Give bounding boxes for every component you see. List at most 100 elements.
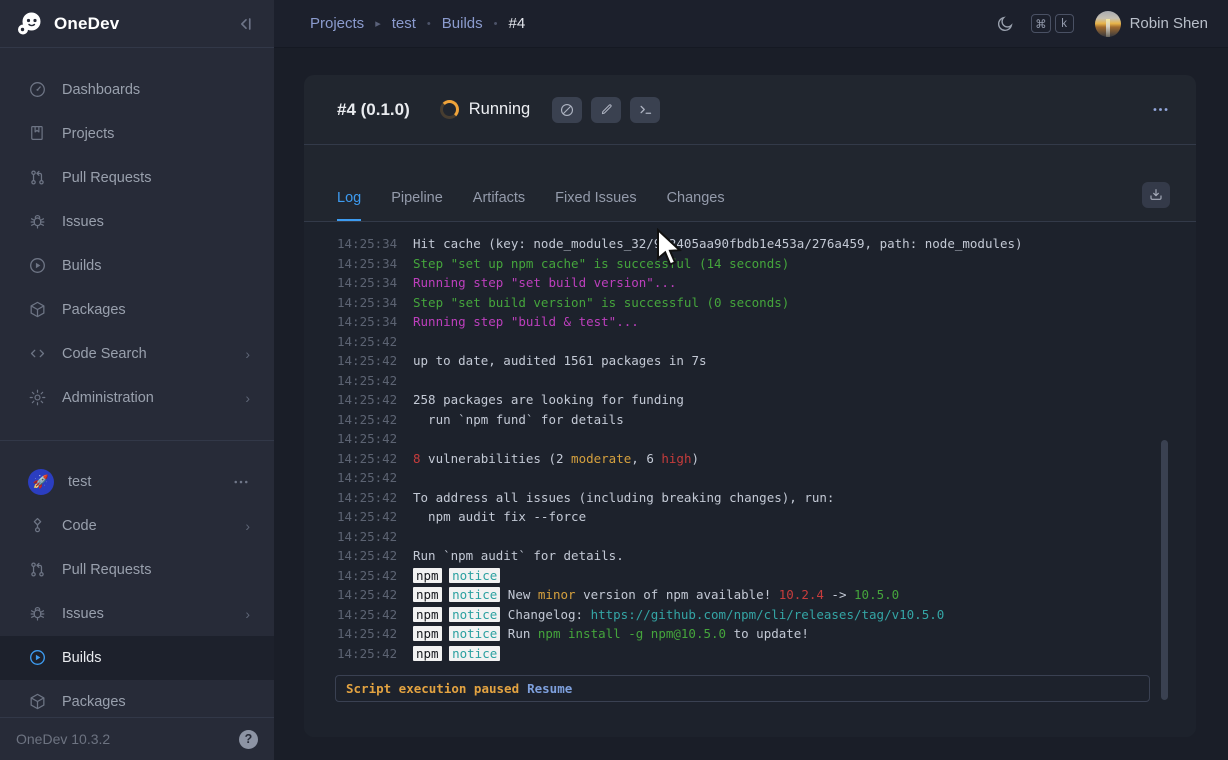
log-line: 14:25:42npm notice <box>337 566 1196 586</box>
log-message: Running step "build & test"... <box>413 312 639 332</box>
log-line: 14:25:34 Step "set build version" is succ… <box>337 293 1196 313</box>
package-icon <box>28 300 48 320</box>
help-icon[interactable]: ? <box>239 730 258 749</box>
package-icon <box>28 692 48 712</box>
log-message: Hit cache (key: node_modules_32/9b2405aa… <box>413 234 1023 254</box>
edit-build-button[interactable] <box>591 97 621 123</box>
log-timestamp: 14:25:34 <box>337 254 399 274</box>
sidebar-item-label: Packages <box>62 694 126 710</box>
breadcrumb-link-builds[interactable]: Builds <box>442 15 483 32</box>
tab-fixed-issues[interactable]: Fixed Issues <box>555 190 636 221</box>
sidebar-item-pull-requests[interactable]: Pull Requests <box>0 156 274 200</box>
download-log-button[interactable] <box>1142 182 1170 208</box>
sidebar-item-label: Code <box>62 518 97 534</box>
sidebar-main-nav: Dashboards Projects Pull Requests Issues Bui… <box>0 48 274 420</box>
build-card: #4 (0.1.0) Running <box>304 75 1196 737</box>
shortcut-keys: ⌘k <box>1031 14 1074 33</box>
build-status: Running <box>469 100 530 119</box>
log-message: To address all issues (including breakin… <box>413 488 834 508</box>
chevron-right-icon: › <box>245 391 250 405</box>
log-line: 14:25:42 npm audit fix --force <box>337 507 1196 527</box>
project-item-builds[interactable]: Builds <box>0 636 274 680</box>
log-line: 14:25:42 <box>337 332 1196 352</box>
log-timestamp: 14:25:42 <box>337 644 399 664</box>
breadcrumb-separator: ▸ <box>375 17 381 30</box>
breadcrumb: Projects▸test•Builds•#4 <box>310 15 525 32</box>
chevron-right-icon: › <box>245 519 250 533</box>
main-area: Projects▸test•Builds•#4 ⌘k Robin Shen #4… <box>274 0 1228 760</box>
code-icon <box>28 516 48 536</box>
resume-link[interactable]: Resume <box>527 681 572 696</box>
project-more-icon[interactable] <box>232 473 250 491</box>
log-line: 14:25:42258 packages are looking for fun… <box>337 390 1196 410</box>
sidebar-item-packages[interactable]: Packages <box>0 288 274 332</box>
log-scrollbar-thumb[interactable] <box>1161 440 1168 700</box>
log-line: 14:25:42npm notice New minor version of … <box>337 585 1196 605</box>
bug-icon <box>28 604 48 624</box>
tab-changes[interactable]: Changes <box>667 190 725 221</box>
breadcrumb-link-test[interactable]: test <box>392 15 416 32</box>
log-timestamp: 14:25:42 <box>337 527 399 547</box>
log-message: Step "set build version" is successful (… <box>413 293 789 313</box>
breadcrumb-link-projects[interactable]: Projects <box>310 15 364 32</box>
play-circle-icon <box>28 648 48 668</box>
log-line: 14:25:428 vulnerabilities (2 moderate, 6… <box>337 449 1196 469</box>
build-more-icon[interactable] <box>1151 100 1170 119</box>
sidebar-item-code-search[interactable]: Code Search› <box>0 332 274 376</box>
log-message: npm notice <box>413 644 500 664</box>
build-tabs: Log Pipeline Artifacts Fixed Issues Changes <box>337 190 725 221</box>
sidebar-item-label: Builds <box>62 258 102 274</box>
log-line: 14:25:42 npm notice <box>337 644 1196 664</box>
log-timestamp: 14:25:42 <box>337 585 399 605</box>
play-circle-icon <box>28 256 48 276</box>
sidebar-collapse-icon[interactable] <box>236 14 256 34</box>
sidebar-project-row[interactable]: 🚀 test <box>0 460 274 504</box>
running-spinner-icon <box>440 100 459 119</box>
log-timestamp: 14:25:42 <box>337 488 399 508</box>
shortcut-key[interactable]: ⌘ <box>1031 14 1051 33</box>
user-menu[interactable]: Robin Shen <box>1095 11 1208 37</box>
tab-pipeline[interactable]: Pipeline <box>391 190 443 221</box>
sidebar-item-label: Issues <box>62 214 104 230</box>
navbar-right: ⌘k Robin Shen <box>996 11 1208 37</box>
log-timestamp: 14:25:34 <box>337 312 399 332</box>
log-timestamp: 14:25:42 <box>337 371 399 391</box>
log-timestamp: 14:25:42 <box>337 507 399 527</box>
log-message: npm notice Run npm install -g npm@10.5.0… <box>413 624 809 644</box>
sidebar-item-administration[interactable]: Administration› <box>0 376 274 420</box>
paused-message: Script execution paused <box>346 681 519 696</box>
cancel-build-button[interactable] <box>552 97 582 123</box>
sidebar-item-dashboards[interactable]: Dashboards <box>0 68 274 112</box>
log-line: 14:25:42 run `npm fund` for details <box>337 410 1196 430</box>
log-message: run `npm fund` for details <box>413 410 624 430</box>
log-line: 14:25:34Step "set up npm cache" is succe… <box>337 254 1196 274</box>
sidebar-item-label: Packages <box>62 302 126 318</box>
dark-mode-icon[interactable] <box>996 15 1014 33</box>
chevron-right-icon: › <box>245 607 250 621</box>
log-message: up to date, audited 1561 packages in 7s <box>413 351 707 371</box>
sidebar-item-label: Projects <box>62 126 114 142</box>
log-message: 258 packages are looking for funding <box>413 390 684 410</box>
sidebar-item-builds[interactable]: Builds <box>0 244 274 288</box>
project-item-issues[interactable]: Issues› <box>0 592 274 636</box>
sidebar-item-issues[interactable]: Issues <box>0 200 274 244</box>
paused-banner: Script execution paused Resume <box>335 675 1150 702</box>
tab-artifacts[interactable]: Artifacts <box>473 190 525 221</box>
onedev-logo-icon <box>16 10 44 38</box>
project-item-pull-requests[interactable]: Pull Requests <box>0 548 274 592</box>
sidebar-project-section: 🚀 test Code › Pull RequestsIssues› Builds Pa… <box>0 440 274 717</box>
tab-log[interactable]: Log <box>337 190 361 221</box>
log-timestamp: 14:25:42 <box>337 410 399 430</box>
dashboard-icon <box>28 80 48 100</box>
shortcut-key[interactable]: k <box>1055 14 1074 33</box>
project-item-packages[interactable]: Packages <box>0 680 274 717</box>
sidebar-item-projects[interactable]: Projects <box>0 112 274 156</box>
log-message: npm audit fix --force <box>413 507 586 527</box>
terminal-button[interactable] <box>630 97 660 123</box>
log-line: 14:25:42 To address all issues (including… <box>337 488 1196 508</box>
log-line: 14:25:34 Running step "build & test"... <box>337 312 1196 332</box>
project-item-code[interactable]: Code › <box>0 504 274 548</box>
log-message: Run `npm audit` for details. <box>413 546 624 566</box>
log-timestamp: 14:25:34 <box>337 293 399 313</box>
sidebar-item-label: Builds <box>62 650 102 666</box>
